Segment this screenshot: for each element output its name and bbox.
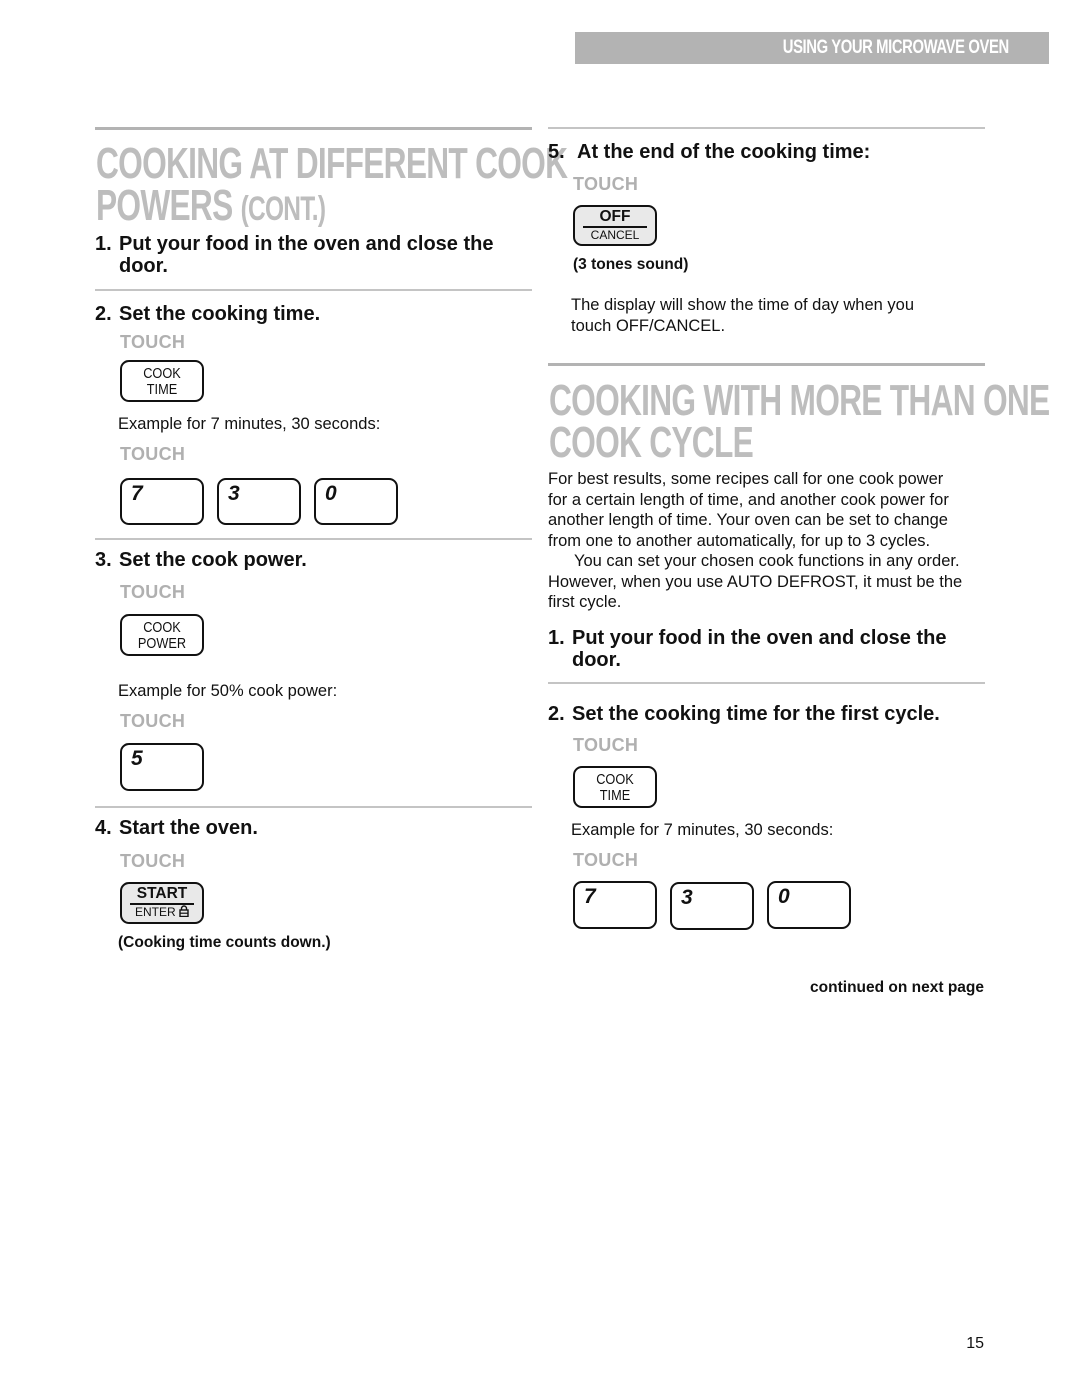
step-note: (Cooking time counts down.) <box>118 934 331 951</box>
number-key-7[interactable]: 7 <box>573 881 657 929</box>
step-number: 2. <box>548 703 565 725</box>
divider <box>548 127 985 129</box>
divider <box>95 806 532 808</box>
intro-line: You can set your chosen cook functions i… <box>574 552 960 570</box>
right-step-5: 5. At the end of the cooking time: <box>548 141 870 163</box>
desc-line: The display will show the time of day wh… <box>571 296 915 314</box>
step-text: Start the oven. <box>119 817 258 839</box>
divider <box>95 538 532 540</box>
divider <box>548 682 985 684</box>
key-digit: 3 <box>228 482 240 505</box>
off-cancel-key[interactable]: OFF CANCEL <box>573 205 657 246</box>
section-title-cook-powers: Cooking at different cook powers (cont.) <box>96 139 568 230</box>
divider <box>95 289 532 291</box>
step-text: At the end of the cooking time: <box>577 141 871 163</box>
section-title-multi-cycle: Cooking with more than one cook cycle <box>549 376 1050 467</box>
intro-line: another length of time. Your oven can be… <box>548 511 948 529</box>
step-text: Set the cooking time. <box>119 303 321 325</box>
lock-icon <box>179 905 189 918</box>
section-header-label: USING YOUR MICROWAVE OVEN <box>782 37 1009 58</box>
title-rule <box>95 127 532 130</box>
key-label-line2: TIME <box>599 787 631 804</box>
title-line-1: Cooking with more than one <box>549 376 1050 425</box>
left-step-2: 2. Set the cooking time. <box>95 303 320 325</box>
touch-label: TOUCH <box>573 174 639 194</box>
touch-label: TOUCH <box>120 851 186 871</box>
step-number: 1. <box>95 233 112 255</box>
key-label-line2: POWER <box>137 635 187 652</box>
intro-line: However, when you use AUTO DEFROST, it m… <box>548 572 963 591</box>
key-label-top: START <box>136 885 188 902</box>
title-line-2-suffix: (cont.) <box>240 190 326 228</box>
step-text-cont: door. <box>572 649 621 671</box>
intro-paragraph: For best results, some recipes call for … <box>548 469 988 613</box>
step-text: Set the cook power. <box>119 549 307 571</box>
touch-label: TOUCH <box>120 332 186 352</box>
key-digit: 7 <box>584 885 596 908</box>
start-enter-key[interactable]: START ENTER <box>120 882 204 924</box>
step-note: (3 tones sound) <box>573 256 689 273</box>
right-step-2: 2. Set the cooking time for the first cyc… <box>548 703 940 725</box>
intro-line: from one to another automatically, for u… <box>548 531 931 550</box>
step-text: Set the cooking time for the first cycle… <box>572 703 940 725</box>
key-sub-text: ENTER <box>134 905 176 919</box>
step-number: 2. <box>95 303 112 325</box>
key-digit: 5 <box>131 747 143 770</box>
key-label-line1: COOK <box>143 365 181 382</box>
touch-label: TOUCH <box>573 735 639 755</box>
step-text-cont: door. <box>119 255 168 277</box>
number-key-3[interactable]: 3 <box>670 882 754 930</box>
number-key-7[interactable]: 7 <box>120 478 204 525</box>
touch-label: TOUCH <box>120 711 186 731</box>
key-label-line1: COOK <box>596 771 634 788</box>
step-number: 3. <box>95 549 112 571</box>
step-text: Put your food in the oven and close the <box>572 627 947 649</box>
example-text: Example for 7 minutes, 30 seconds: <box>571 821 834 839</box>
step-number: 1. <box>548 627 565 649</box>
title-rule <box>548 363 985 366</box>
touch-label: TOUCH <box>573 850 639 870</box>
key-label-sub: CANCEL <box>590 228 640 242</box>
left-step-1: 1. Put your food in the oven and close th… <box>95 233 535 277</box>
intro-line: first cycle. <box>548 593 622 611</box>
touch-label: TOUCH <box>120 582 186 602</box>
key-digit: 0 <box>778 885 790 908</box>
key-digit: 3 <box>681 886 693 909</box>
number-key-5[interactable]: 5 <box>120 743 204 791</box>
key-digit: 7 <box>131 482 143 505</box>
left-step-3: 3. Set the cook power. <box>95 549 307 571</box>
continued-note: continued on next page <box>810 979 984 996</box>
step-number: 5. <box>548 141 565 163</box>
key-label-line1: COOK <box>143 619 181 636</box>
left-step-4: 4. Start the oven. <box>95 817 258 839</box>
step-description: The display will show the time of day wh… <box>571 295 914 336</box>
desc-line: touch OFF/CANCEL. <box>571 316 726 335</box>
page-number: 15 <box>966 1335 984 1352</box>
right-step-1: 1. Put your food in the oven and close th… <box>548 627 988 671</box>
touch-label: TOUCH <box>120 444 186 464</box>
section-header-bar: USING YOUR MICROWAVE OVEN <box>575 32 1049 64</box>
title-line-2: powers (cont.) <box>96 184 567 230</box>
step-number: 4. <box>95 817 112 839</box>
number-key-0[interactable]: 0 <box>314 478 398 525</box>
example-text: Example for 50% cook power: <box>118 682 338 700</box>
key-digit: 0 <box>325 482 337 505</box>
key-label-line2: TIME <box>146 381 178 398</box>
title-line-2: cook cycle <box>549 418 754 467</box>
intro-line: For best results, some recipes call for … <box>548 470 944 488</box>
key-label-sub: ENTER <box>122 905 202 919</box>
cook-time-key[interactable]: COOK TIME <box>120 360 204 402</box>
key-label-top: OFF <box>599 208 631 225</box>
step-text: Put your food in the oven and close the <box>119 233 494 255</box>
number-key-3[interactable]: 3 <box>217 478 301 525</box>
intro-line: for a certain length of time, and anothe… <box>548 490 949 509</box>
cook-power-key[interactable]: COOK POWER <box>120 614 204 656</box>
example-text: Example for 7 minutes, 30 seconds: <box>118 415 381 433</box>
title-line-2-main: powers <box>96 181 233 230</box>
title-line-1: Cooking at different cook <box>96 139 568 188</box>
cook-time-key[interactable]: COOK TIME <box>573 766 657 808</box>
number-key-0[interactable]: 0 <box>767 881 851 929</box>
